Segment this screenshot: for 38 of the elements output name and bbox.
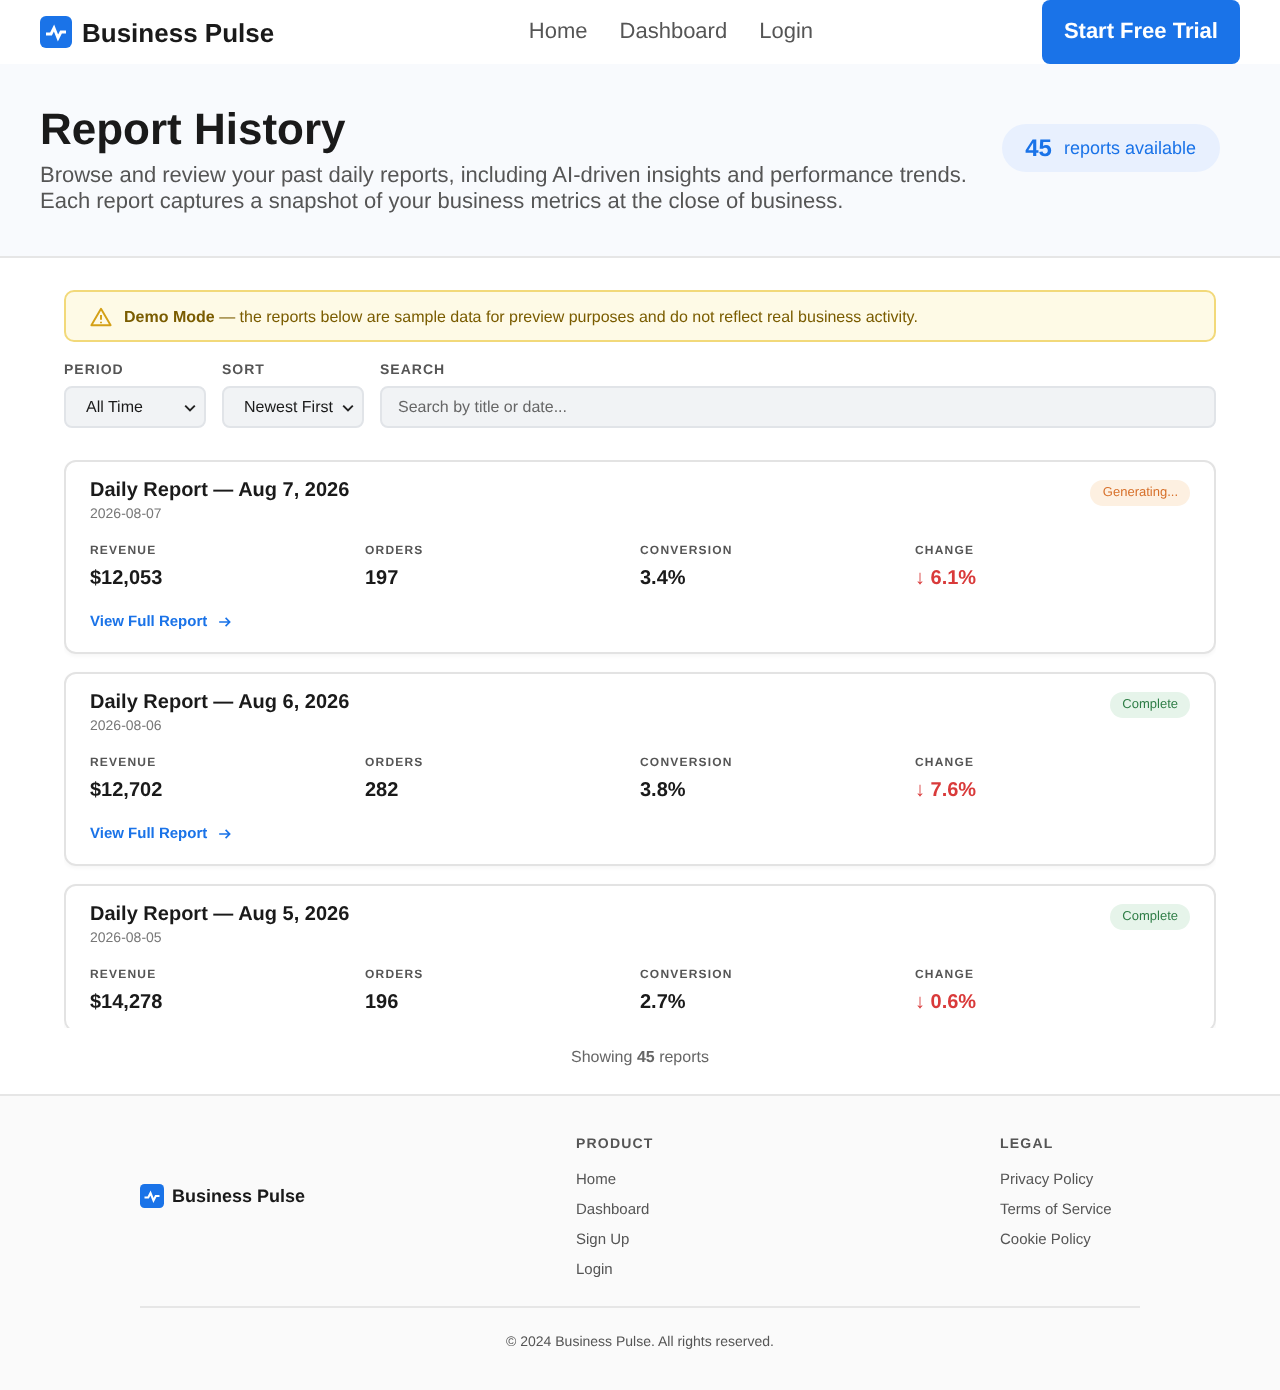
metric-value: $14,278 (90, 992, 165, 1014)
chevron-icon (342, 403, 354, 411)
report-title: Daily Report — Aug 6, 2026 (90, 692, 350, 714)
arrow-right-icon (217, 615, 232, 627)
page-description: Each report captures a snapshot of your business metrics at the close of business. (40, 189, 846, 215)
warning-icon (90, 305, 112, 327)
pulse-logo-icon (40, 16, 72, 48)
nav-link[interactable]: Home (528, 20, 588, 44)
metric-value: 197 (365, 568, 401, 590)
metric-value: $12,053 (90, 568, 165, 590)
page-title: Report History (40, 103, 348, 155)
report-title: Daily Report — Aug 5, 2026 (90, 904, 350, 926)
nav-link[interactable]: Dashboard (619, 20, 728, 44)
report-total-text: Showing 45 reports (569, 1048, 711, 1066)
report-title: Daily Report — Aug 7, 2026 (90, 480, 350, 502)
arrow-right-icon (217, 827, 232, 839)
start-trial-button[interactable]: Start Free Trial (1041, 0, 1240, 64)
metric-value: 3.4% (640, 568, 688, 590)
metric-value: ↓ 7.6% (915, 780, 979, 802)
footer-brand-name: Business Pulse (172, 1186, 306, 1206)
report-count-label: reports available (1063, 137, 1196, 157)
page-description: Browse and review your past daily reports, including AI-driven insights and performance trends. (40, 163, 967, 189)
nav-link[interactable]: Login (759, 20, 814, 44)
chevron-icon (184, 403, 196, 411)
report-count: 45 (1025, 133, 1052, 161)
metric-value: ↓ 0.6% (915, 992, 979, 1014)
metric-value: 282 (365, 780, 401, 802)
brand-name: Business Pulse (82, 17, 275, 47)
period-select[interactable]: All Time (64, 386, 206, 428)
metric-value: 3.8% (640, 780, 688, 802)
pulse-logo-icon (140, 1184, 164, 1208)
metric-value: 196 (365, 992, 401, 1014)
search-field[interactable]: Search by title or date... (380, 386, 1216, 428)
sort-select[interactable]: Newest First (222, 386, 364, 428)
metric-value: ↓ 6.1% (915, 568, 979, 590)
banner-text: Demo Mode — the reports below are sample data for preview purposes and do not reflect real business activity. (124, 307, 918, 325)
metric-value: $12,702 (90, 780, 165, 802)
metric-value: 2.7% (640, 992, 688, 1014)
